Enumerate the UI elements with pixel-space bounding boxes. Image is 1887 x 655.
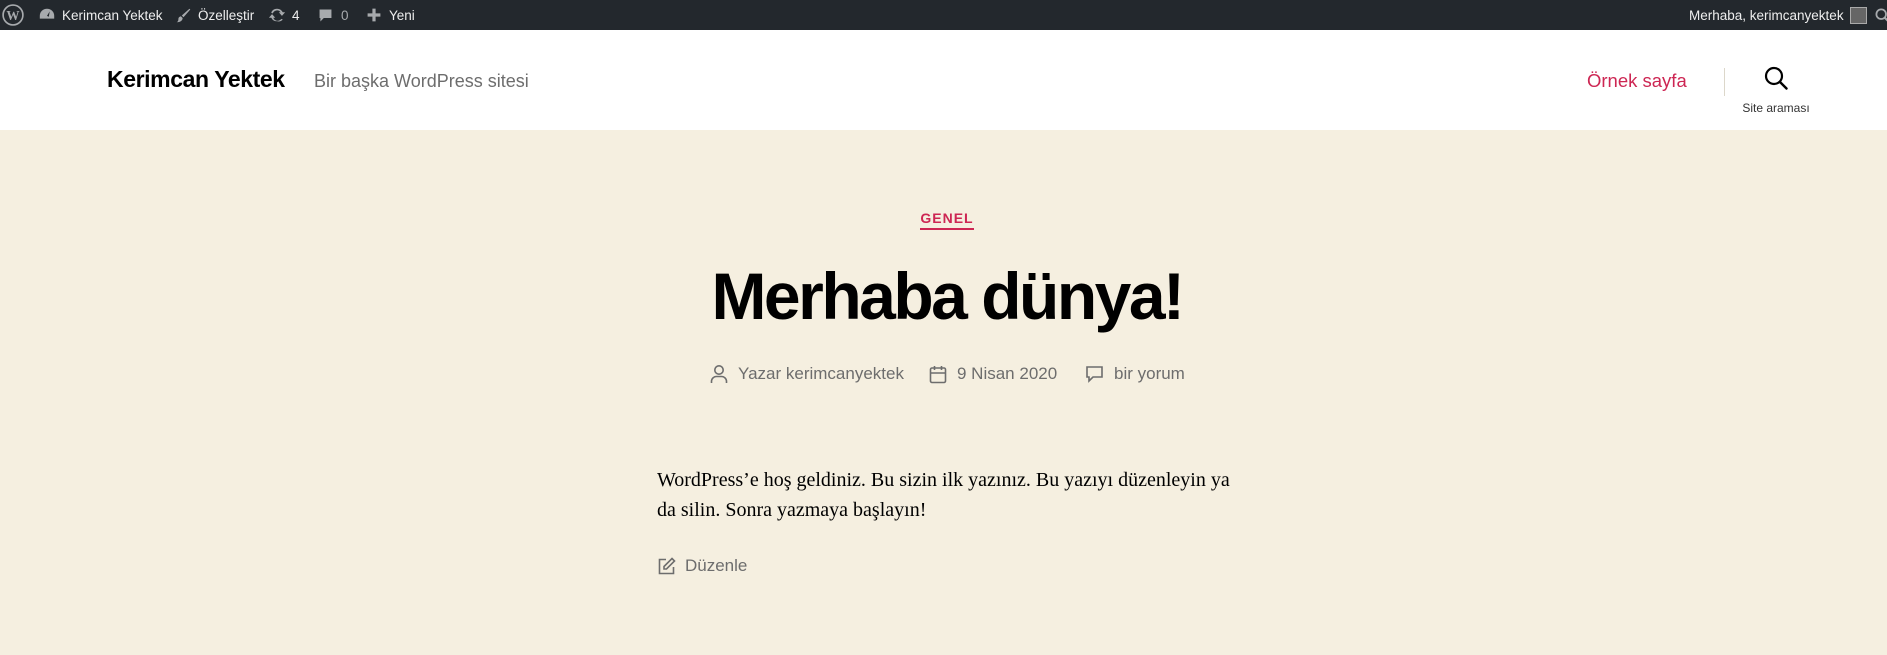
- search-label: Site araması: [1742, 101, 1810, 115]
- post-content: WordPress’e hoş geldiniz. Bu sizin ilk y…: [657, 465, 1242, 525]
- edit-label: Düzenle: [685, 556, 748, 575]
- dashboard-icon: [39, 8, 55, 19]
- admin-bar-site-link[interactable]: Kerimcan Yektek: [38, 0, 163, 30]
- content-line: da silin. Sonra yazmaya başlayın!: [657, 499, 927, 521]
- calendar-icon: [929, 365, 947, 383]
- my-account-link[interactable]: Merhaba, kerimcanyektek: [1689, 0, 1867, 30]
- content-line: WordPress’e hoş geldiniz. Bu sizin ilk y…: [657, 469, 1230, 491]
- greeting-text: Merhaba, kerimcanyektek: [1689, 7, 1844, 23]
- user-icon: [710, 365, 728, 383]
- post-category: GENEL: [0, 210, 1887, 230]
- updates-count: 4: [292, 7, 300, 23]
- search-icon: [1764, 66, 1788, 90]
- comment-bubble-icon: [319, 9, 332, 21]
- updates-icon: [268, 8, 286, 22]
- site-title[interactable]: Kerimcan Yektek: [107, 66, 285, 93]
- site-header: Kerimcan Yektek Bir başka WordPress site…: [0, 30, 1887, 130]
- post-comments: bir yorum: [1085, 362, 1185, 386]
- nav-item-ornek-sayfa[interactable]: Örnek sayfa: [1587, 70, 1687, 92]
- new-content-link[interactable]: Yeni: [366, 0, 415, 30]
- updates-link[interactable]: 4: [268, 0, 300, 30]
- post-title: Merhaba dünya!: [711, 259, 1185, 333]
- admin-bar-site-name: Kerimcan Yektek: [62, 7, 163, 23]
- header-divider: [1724, 68, 1725, 96]
- new-label: Yeni: [389, 7, 415, 23]
- author-link[interactable]: Yazar kerimcanyektek: [738, 364, 904, 384]
- comments-count: 0: [341, 7, 349, 23]
- comments-link[interactable]: bir yorum: [1114, 364, 1185, 384]
- edit-post-link[interactable]: Düzenle: [657, 556, 747, 576]
- plus-icon: [367, 8, 381, 22]
- edit-icon: [658, 556, 676, 574]
- post-date: 9 Nisan 2020: [929, 362, 1057, 386]
- comment-icon: [1086, 366, 1103, 383]
- customize-link[interactable]: Özelleştir: [175, 0, 254, 30]
- category-link[interactable]: GENEL: [920, 210, 974, 230]
- comments-link[interactable]: 0: [317, 0, 349, 30]
- date-link[interactable]: 9 Nisan 2020: [957, 364, 1057, 384]
- site-description: Bir başka WordPress sitesi: [314, 71, 529, 91]
- search-toggle-button[interactable]: Site araması: [1736, 66, 1816, 116]
- admin-bar: W Kerimcan Yektek Özelleştir 4 0 Yeni Me…: [0, 0, 1887, 30]
- brush-icon: [176, 8, 191, 22]
- wordpress-logo-icon[interactable]: W: [2, 0, 24, 30]
- admin-search-icon[interactable]: [1874, 0, 1887, 30]
- post-author: Yazar kerimcanyektek: [710, 362, 904, 386]
- svg-text:W: W: [6, 8, 19, 23]
- customize-label: Özelleştir: [198, 7, 255, 23]
- avatar: [1849, 6, 1867, 24]
